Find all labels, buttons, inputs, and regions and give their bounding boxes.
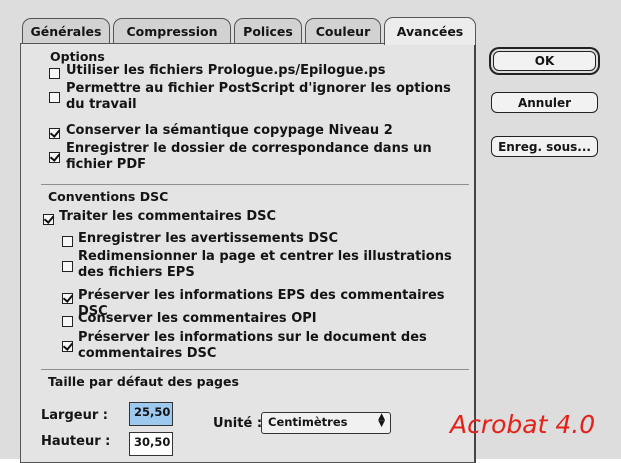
up-down-arrows-icon: ▲ ▼ xyxy=(378,412,385,429)
job-ticket-checkbox[interactable] xyxy=(49,151,61,163)
width-label: Largeur : xyxy=(41,408,108,423)
prologue-checkbox[interactable] xyxy=(49,68,60,79)
tab-generales[interactable]: Générales xyxy=(22,18,110,44)
opi-checkbox[interactable] xyxy=(62,316,73,327)
unit-value: Centimètres xyxy=(268,415,348,429)
dsc-title: Conventions DSC xyxy=(48,189,169,204)
dsc-warnings-checkbox[interactable] xyxy=(62,236,73,247)
unit-label: Unité : xyxy=(213,416,263,431)
resize-eps-label: Redimensionner la page et centrer les il… xyxy=(78,249,452,281)
resize-eps-line2: des fichiers EPS xyxy=(78,265,195,280)
dsc-warnings-label: Enregistrer les avertissements DSC xyxy=(78,231,339,246)
resize-eps-line1: Redimensionner la page et centrer les il… xyxy=(78,249,452,264)
height-field[interactable]: 30,50 xyxy=(129,432,173,456)
ignore-options-line2: du travail xyxy=(66,97,137,112)
ignore-options-checkbox[interactable] xyxy=(49,92,60,103)
save-as-label: Enreg. sous... xyxy=(498,139,591,154)
check-mark-icon xyxy=(62,340,74,351)
process-dsc-label: Traiter les commentaires DSC xyxy=(59,209,277,224)
preserve-doc-info-line1: Préserver les informations sur le docume… xyxy=(78,330,427,345)
preserve-eps-checkbox[interactable] xyxy=(62,292,74,304)
tab-panel: Options Utiliser les fichiers Prologue.p… xyxy=(20,43,476,463)
check-mark-icon xyxy=(43,213,55,224)
ignore-options-label: Permettre au fichier PostScript d'ignore… xyxy=(66,81,451,113)
ignore-options-line1: Permettre au fichier PostScript d'ignore… xyxy=(66,81,451,96)
check-mark-icon xyxy=(49,151,61,162)
tab-label: Avancées xyxy=(396,24,464,39)
preserve-doc-info-line2: commentaires DSC xyxy=(78,346,217,361)
copypage-label: Conserver la sémantique copypage Niveau … xyxy=(66,123,393,138)
resize-eps-checkbox[interactable] xyxy=(62,261,73,272)
tab-polices[interactable]: Polices xyxy=(234,18,302,44)
height-label: Hauteur : xyxy=(41,434,111,449)
save-as-button[interactable]: Enreg. sous... xyxy=(491,136,598,157)
divider xyxy=(41,184,469,185)
check-mark-icon xyxy=(49,127,61,138)
preserve-doc-info-checkbox[interactable] xyxy=(62,340,74,352)
dialog-window: Générales Compression Polices Couleur Av… xyxy=(0,0,621,463)
tab-label: Polices xyxy=(243,24,293,39)
page-size-title: Taille par défaut des pages xyxy=(48,374,239,389)
tab-avancees[interactable]: Avancées xyxy=(384,17,476,45)
options-title: Options xyxy=(50,49,105,64)
opi-label: Conserver les commentaires OPI xyxy=(78,311,317,326)
job-ticket-label: Enregistrer le dossier de correspondance… xyxy=(66,141,432,173)
ok-button[interactable]: OK xyxy=(493,51,596,71)
ok-label: OK xyxy=(534,54,555,68)
prologue-label: Utiliser les fichiers Prologue.ps/Epilog… xyxy=(66,63,386,78)
job-ticket-line1: Enregistrer le dossier de correspondance… xyxy=(66,141,432,156)
job-ticket-line2: fichier PDF xyxy=(66,157,147,172)
width-field[interactable]: 25,50 xyxy=(129,402,173,426)
divider xyxy=(41,369,469,370)
process-dsc-checkbox[interactable] xyxy=(43,213,55,225)
tab-label: Générales xyxy=(30,24,102,39)
check-mark-icon xyxy=(62,292,74,303)
tab-label: Compression xyxy=(126,24,218,39)
tab-compression[interactable]: Compression xyxy=(113,18,231,44)
cancel-button[interactable]: Annuler xyxy=(491,92,598,113)
cancel-label: Annuler xyxy=(517,95,572,110)
unit-popup[interactable]: Centimètres ▲ ▼ xyxy=(261,412,391,434)
copypage-checkbox[interactable] xyxy=(49,127,61,139)
preserve-doc-info-label: Préserver les informations sur le docume… xyxy=(78,330,427,362)
tab-label: Couleur xyxy=(315,24,371,39)
acrobat-version-caption: Acrobat 4.0 xyxy=(450,410,596,439)
tab-couleur[interactable]: Couleur xyxy=(305,18,381,44)
